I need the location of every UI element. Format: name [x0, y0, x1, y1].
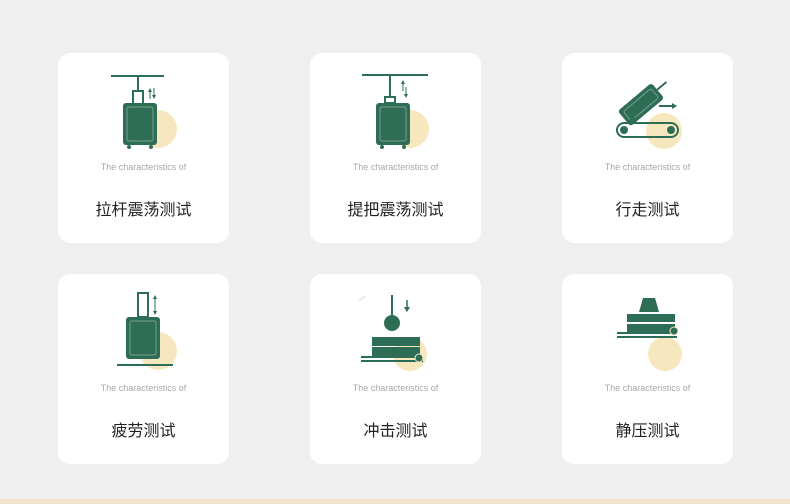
card-caption: The characteristics of — [604, 162, 691, 172]
bottom-divider — [0, 499, 790, 504]
card-title: 静压测试 — [615, 421, 680, 440]
card-title: 拉杆震荡测试 — [95, 200, 192, 219]
suitcase-impact-icon — [358, 295, 427, 371]
card-caption: The characteristics of — [352, 383, 439, 393]
test-card-fatigue[interactable]: The characteristics of 疲劳测试 — [58, 274, 229, 464]
test-card-handle-vibration[interactable]: The characteristics of 拉杆震荡测试 — [58, 53, 229, 243]
suitcase-fatigue-icon — [117, 292, 177, 370]
suitcase-walking-conveyor-icon — [616, 81, 682, 149]
card-title: 提把震荡测试 — [347, 200, 444, 219]
suitcase-grip-vibration-icon — [362, 74, 429, 149]
test-card-walking[interactable]: The characteristics of 行走测试 — [562, 53, 733, 243]
card-title: 冲击测试 — [363, 421, 428, 440]
card-title: 行走测试 — [615, 200, 680, 219]
card-title: 疲劳测试 — [111, 421, 176, 440]
card-caption: The characteristics of — [100, 383, 187, 393]
test-card-impact[interactable]: The characteristics of 冲击测试 — [310, 274, 481, 464]
card-caption: The characteristics of — [352, 162, 439, 172]
card-caption: The characteristics of — [604, 383, 691, 393]
suitcase-handle-vibration-icon — [111, 75, 177, 149]
card-caption: The characteristics of — [100, 162, 187, 172]
test-card-grip-vibration[interactable]: The characteristics of 提把震荡测试 — [310, 53, 481, 243]
suitcase-compression-icon — [617, 298, 682, 371]
test-card-compression[interactable]: The characteristics of 静压测试 — [562, 274, 733, 464]
